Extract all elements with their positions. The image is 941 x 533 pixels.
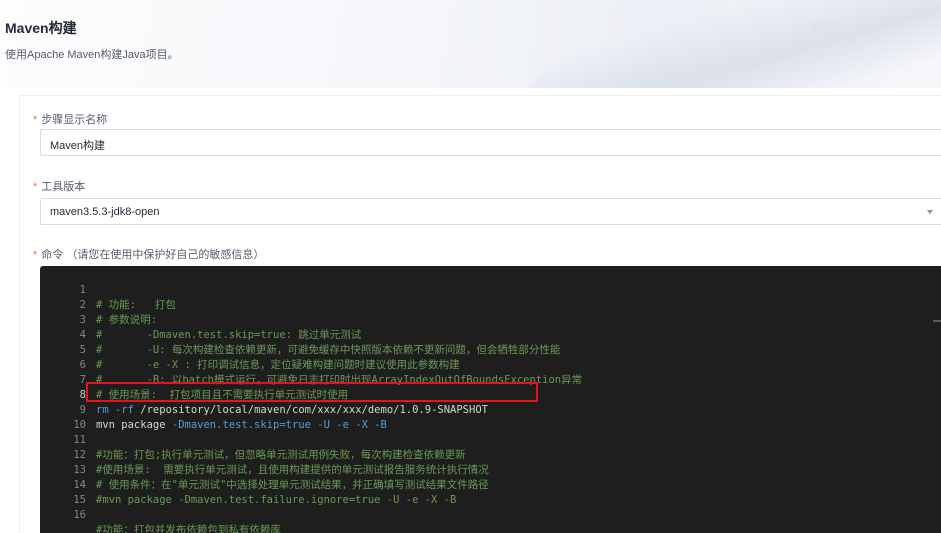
required-mark: * bbox=[33, 114, 38, 126]
header-decoration bbox=[500, 0, 941, 88]
header-decoration-dot bbox=[812, 20, 840, 30]
required-mark: * bbox=[33, 181, 38, 193]
code-line: 15 bbox=[40, 478, 941, 506]
chevron-down-icon[interactable] bbox=[927, 210, 933, 214]
code-line: 11 #功能：打包;执行单元测试，但忽略单元测试用例失败，每次构建检查依赖更新 bbox=[40, 418, 941, 461]
tool-version-select[interactable]: maven3.5.3-jdk8-open bbox=[40, 198, 941, 225]
code-line: 6 # -B: 以batch模式运行，可避免日志打印时出现ArrayIndexO… bbox=[40, 343, 941, 386]
code-line: 16 #功能：打包并发布依赖包到私有依赖库 bbox=[40, 493, 941, 533]
code-line: 12 #使用场景: 需要执行单元测试，且使用构建提供的单元测试报告服务统计执行情… bbox=[40, 433, 941, 476]
code-line: 2 # 参数说明: bbox=[40, 283, 941, 326]
code-line: 14 #mvn package -Dmaven.test.failure.ign… bbox=[40, 463, 941, 506]
command-label-text: 命令 （请您在使用中保护好自己的敏感信息） bbox=[41, 249, 265, 261]
step-name-input[interactable]: Maven构建 bbox=[40, 129, 941, 156]
code-line: 13 # 使用条件：在"单元测试"中选择处理单元测试结果，并正确填写测试结果文件… bbox=[40, 448, 941, 491]
code-line: 3 # -Dmaven.test.skip=true: 跳过单元测试 bbox=[40, 298, 941, 341]
page-description: 使用Apache Maven构建Java项目。 bbox=[5, 49, 179, 61]
code-line: 1 # 功能: 打包 bbox=[40, 268, 941, 311]
tool-version-label-text: 工具版本 bbox=[41, 181, 86, 193]
code-line: 7 # 使用场景: 打包项目且不需要执行单元测试时使用 bbox=[40, 358, 941, 401]
step-name-label-text: 步骤显示名称 bbox=[41, 114, 108, 126]
command-label: * 命令 （请您在使用中保护好自己的敏感信息） bbox=[33, 246, 264, 262]
required-mark: * bbox=[33, 249, 38, 261]
code-line: 4 # -U: 每次构建检查依赖更新，可避免缓存中快照版本依赖不更新问题，但会牺… bbox=[40, 313, 941, 356]
tool-version-value: maven3.5.3-jdk8-open bbox=[50, 206, 160, 218]
page-title: Maven构建 bbox=[5, 20, 77, 36]
line-number: 16 bbox=[73, 509, 86, 521]
highlight-annotation-box bbox=[86, 382, 538, 402]
code-line: 10 bbox=[40, 403, 941, 431]
step-name-label: * 步骤显示名称 bbox=[33, 111, 107, 127]
editor-scrollbar[interactable] bbox=[933, 320, 941, 322]
code-text: #功能：打包并发布依赖包到私有依赖库 bbox=[96, 524, 281, 533]
tool-version-label: * 工具版本 bbox=[33, 178, 85, 194]
code-line: 5 # -e -X : 打印调试信息，定位疑难构建问题时建议使用此参数构建 bbox=[40, 328, 941, 371]
page-header: Maven构建 使用Apache Maven构建Java项目。 bbox=[0, 0, 941, 88]
